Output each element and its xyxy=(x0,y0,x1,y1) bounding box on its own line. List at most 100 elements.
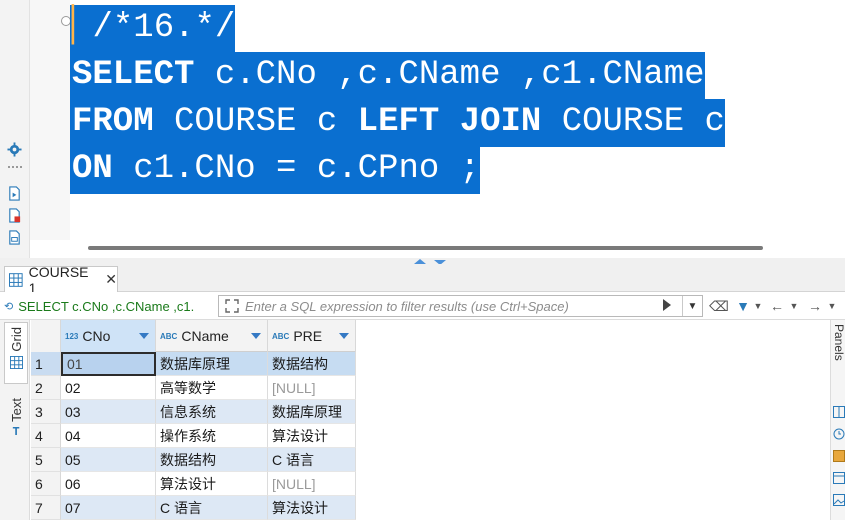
table-grid-icon xyxy=(9,272,23,287)
apply-filter-icon[interactable] xyxy=(663,299,671,311)
cell-pre[interactable]: 数据库原理 xyxy=(268,400,356,424)
filter-history-dropdown[interactable]: ▼ xyxy=(682,296,702,316)
cell-cname[interactable]: 算法设计 xyxy=(156,472,268,496)
cell-pre[interactable]: C 语言 xyxy=(268,448,356,472)
current-query-text: SELECT c.CNo ,c.CName ,c1. xyxy=(18,298,195,314)
result-view-tabs: Grid Text 𝐓 xyxy=(0,320,30,520)
cell-cno[interactable]: 03 xyxy=(61,400,156,424)
table-row[interactable]: 6 06 算法设计 [NULL] xyxy=(31,472,356,496)
keyword-select: SELECT xyxy=(72,56,195,94)
cell-pre[interactable]: 数据结构 xyxy=(268,352,356,376)
text-view-icon: 𝐓 xyxy=(12,425,20,438)
numeric-type-icon: 123 xyxy=(65,331,79,341)
row-number[interactable]: 2 xyxy=(31,376,61,400)
dbeaver-window: ▏/*16.*/ SELECT c.CNo ,c.CName ,c1.CName… xyxy=(0,0,845,520)
cell-cname[interactable]: 数据库原理 xyxy=(156,352,268,376)
cell-cname[interactable]: 高等数学 xyxy=(156,376,268,400)
current-query-label[interactable]: ⟲ SELECT c.CNo ,c.CName ,c1. xyxy=(4,296,216,316)
row-number[interactable]: 4 xyxy=(31,424,61,448)
code-join-table: COURSE c xyxy=(541,103,725,141)
record-icon[interactable] xyxy=(833,472,845,484)
cell-cname[interactable]: 信息系统 xyxy=(156,400,268,424)
expand-icon[interactable] xyxy=(225,299,239,313)
row-number[interactable]: 7 xyxy=(31,496,61,520)
image-icon[interactable] xyxy=(833,494,845,506)
table-row[interactable]: 2 02 高等数学 [NULL] xyxy=(31,376,356,400)
table-row[interactable]: 1 01 数据库原理 数据结构 xyxy=(31,352,356,376)
keyword-from: FROM xyxy=(72,103,154,141)
columns-icon[interactable] xyxy=(833,406,845,418)
forward-dropdown-icon[interactable]: ▼ xyxy=(826,296,838,316)
filter-input[interactable]: Enter a SQL expression to filter results… xyxy=(218,295,703,317)
cell-cname[interactable]: 数据结构 xyxy=(156,448,268,472)
table-row[interactable]: 3 03 信息系统 数据库原理 xyxy=(31,400,356,424)
separator-dots xyxy=(8,166,22,168)
text-type-icon: ABC xyxy=(160,331,178,341)
cell-pre[interactable]: 算法设计 xyxy=(268,496,356,520)
eraser-icon[interactable]: ⌫ xyxy=(709,296,729,316)
cell-cno[interactable]: 02 xyxy=(61,376,156,400)
row-number[interactable]: 5 xyxy=(31,448,61,472)
code-line-1[interactable]: ▏/*16.*/ xyxy=(70,5,236,53)
row-number[interactable]: 3 xyxy=(31,400,61,424)
cell-cno[interactable]: 05 xyxy=(61,448,156,472)
back-arrow-icon[interactable]: ← xyxy=(768,296,786,316)
code-line-2[interactable]: SELECT c.CNo ,c.CName ,c1.CName xyxy=(70,52,705,100)
table-row[interactable]: 5 05 数据结构 C 语言 xyxy=(31,448,356,472)
code-line-4[interactable]: ON c1.CNo = c.CPno ; xyxy=(70,146,481,194)
code-select-list: c.CNo ,c.CName ,c1.CName xyxy=(194,56,705,94)
gear-icon[interactable] xyxy=(7,142,22,157)
tab-text[interactable]: Text 𝐓 xyxy=(4,394,28,454)
execute-script-icon[interactable] xyxy=(7,186,22,201)
filter-bar: ⟲ SELECT c.CNo ,c.CName ,c1. Enter a SQL… xyxy=(0,292,845,320)
grid-tab-label: Grid xyxy=(8,327,24,352)
sql-editor[interactable]: ▏/*16.*/ SELECT c.CNo ,c.CName ,c1.CName… xyxy=(0,0,845,258)
column-menu-icon[interactable] xyxy=(339,333,349,339)
code-area[interactable]: ▏/*16.*/ SELECT c.CNo ,c.CName ,c1.CName… xyxy=(70,0,845,240)
code-join-condition: c1.CNo = c.CPno ; xyxy=(112,150,481,188)
tab-grid[interactable]: Grid xyxy=(4,322,28,384)
results-tab-bar: COURSE 1 ✕ xyxy=(0,264,845,296)
code-line-3[interactable]: FROM COURSE c LEFT JOIN COURSE c xyxy=(70,99,725,147)
close-icon[interactable]: ✕ xyxy=(105,271,117,288)
text-tab-label: Text xyxy=(8,398,24,422)
column-menu-icon[interactable] xyxy=(139,333,149,339)
column-header-cname[interactable]: ABC CName xyxy=(156,320,268,352)
code-comment: /*16.*/ xyxy=(92,9,236,47)
cell-cno[interactable]: 01 xyxy=(61,352,156,376)
cell-pre[interactable]: [NULL] xyxy=(268,472,356,496)
column-header-cno[interactable]: 123 CNo xyxy=(61,320,156,352)
tab-label: COURSE 1 xyxy=(28,263,89,296)
cell-cno[interactable]: 04 xyxy=(61,424,156,448)
cell-cname[interactable]: C 语言 xyxy=(156,496,268,520)
clock-icon[interactable] xyxy=(833,428,845,440)
table-row[interactable]: 7 07 C 语言 算法设计 xyxy=(31,496,356,520)
text-type-icon: ABC xyxy=(272,331,290,341)
forward-arrow-icon[interactable]: → xyxy=(806,296,824,316)
table-row[interactable]: 4 04 操作系统 算法设计 xyxy=(31,424,356,448)
cell-pre[interactable]: 算法设计 xyxy=(268,424,356,448)
grid-corner[interactable] xyxy=(31,320,61,352)
sql-query-icon: ⟲ xyxy=(4,300,14,313)
cell-cno[interactable]: 06 xyxy=(61,472,156,496)
keyword-left-join: LEFT JOIN xyxy=(357,103,542,141)
row-number[interactable]: 6 xyxy=(31,472,61,496)
row-number[interactable]: 1 xyxy=(31,352,61,376)
tab-course-1[interactable]: COURSE 1 ✕ xyxy=(4,264,118,296)
cell-pre[interactable]: [NULL] xyxy=(268,376,356,400)
explain-plan-icon[interactable] xyxy=(7,230,22,245)
chevron-down-icon[interactable]: ▼ xyxy=(751,296,765,316)
editor-horizontal-scrollbar[interactable] xyxy=(88,246,763,250)
column-header-pre[interactable]: ABC PRE xyxy=(268,320,356,352)
grid-icon xyxy=(9,355,23,369)
palette-icon[interactable] xyxy=(833,450,845,462)
cell-cno[interactable]: 07 xyxy=(61,496,156,520)
back-dropdown-icon[interactable]: ▼ xyxy=(788,296,800,316)
column-name: CNo xyxy=(82,328,111,344)
column-menu-icon[interactable] xyxy=(251,333,261,339)
results-grid[interactable]: 123 CNo ABC CName ABC PRE 1 01 数据库原理 数据结… xyxy=(31,320,356,520)
tab-panels[interactable]: Panels xyxy=(832,324,845,388)
cell-cname[interactable]: 操作系统 xyxy=(156,424,268,448)
script-error-icon[interactable] xyxy=(7,208,22,223)
funnel-icon[interactable]: ▼ xyxy=(734,296,752,316)
